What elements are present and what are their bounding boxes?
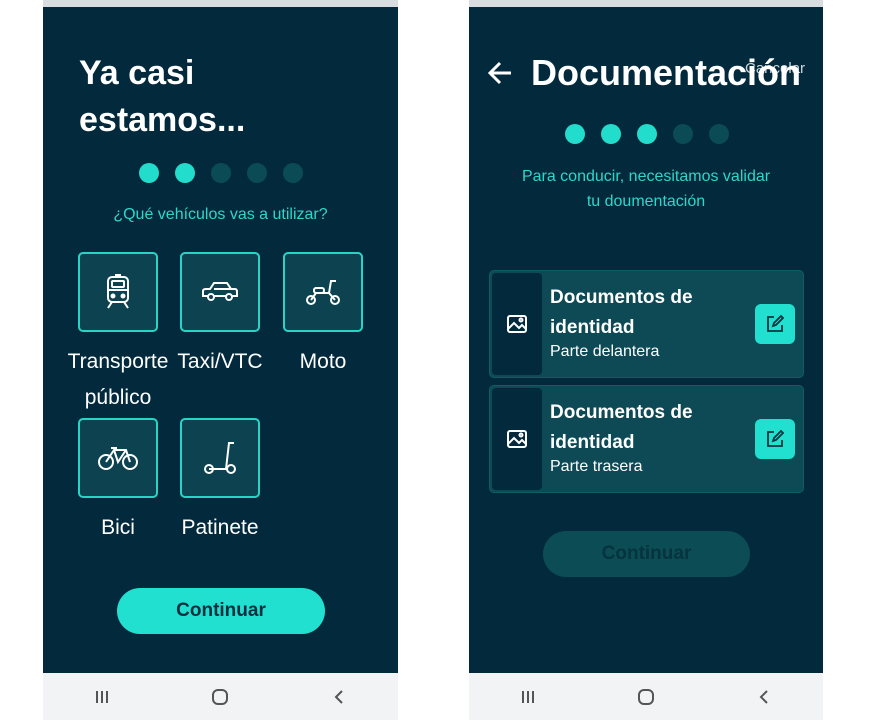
recent-apps-button[interactable]: [82, 677, 122, 717]
vehicle-label: Transporte público: [67, 350, 169, 409]
vehicle-tile[interactable]: [180, 418, 260, 498]
vehicle-tile[interactable]: [78, 252, 158, 332]
info-text: Para conducir, necesitamos validar tu do…: [479, 164, 813, 214]
progress-dot-2: [175, 163, 195, 183]
back-chevron-icon: [759, 689, 768, 704]
title-line-2: estamos...: [79, 101, 246, 139]
progress-dot-3: [211, 163, 231, 183]
vehicle-option-moto[interactable]: Moto: [271, 252, 375, 380]
document-thumbnail: [492, 388, 542, 490]
document-subtitle: Parte delantera: [550, 343, 660, 360]
document-title: Documentos de identidad: [550, 287, 693, 338]
vehicle-tile[interactable]: [283, 252, 363, 332]
cancel-link[interactable]: Cancelar: [745, 60, 805, 77]
progress-dot-3: [637, 124, 657, 144]
vehicle-tile[interactable]: [78, 418, 158, 498]
vehicle-label: Taxi/VTC: [177, 350, 263, 373]
vehicle-option-kick-scooter[interactable]: Patinete: [168, 418, 272, 546]
progress-dot-2: [601, 124, 621, 144]
document-subtitle: Parte trasera: [550, 458, 643, 475]
progress-dot-1: [565, 124, 585, 144]
document-card-front[interactable]: Documentos de identidad Parte delantera: [489, 270, 804, 378]
edit-icon: [767, 429, 785, 447]
android-nav-bar: [43, 673, 398, 720]
vehicle-tile[interactable]: [180, 252, 260, 332]
status-bar: [469, 0, 823, 7]
documentation-screen: Documentación Cancelar Para conducir, ne…: [469, 0, 823, 720]
progress-dot-5: [709, 124, 729, 144]
back-button[interactable]: [744, 677, 784, 717]
vehicle-label: Moto: [299, 350, 347, 373]
back-chevron-icon: [334, 689, 343, 704]
info-line-2: tu doumentación: [586, 193, 706, 210]
document-card-back[interactable]: Documentos de identidad Parte trasera: [489, 385, 804, 493]
kick-scooter-icon: [204, 442, 236, 474]
vehicle-question: ¿Qué vehículos vas a utilizar?: [113, 206, 328, 223]
image-placeholder-icon: [507, 315, 527, 333]
recent-apps-button[interactable]: [508, 677, 548, 717]
train-icon: [107, 274, 129, 309]
progress-dot-5: [283, 163, 303, 183]
vehicle-label: Patinete: [181, 516, 259, 539]
home-icon: [212, 688, 229, 705]
car-icon: [202, 282, 238, 301]
back-button[interactable]: [319, 677, 359, 717]
page-title: Ya casi estamos...: [79, 50, 379, 144]
document-thumbnail: [492, 273, 542, 375]
bicycle-icon: [98, 447, 138, 470]
progress-dots: [565, 124, 729, 144]
android-nav-bar: [469, 673, 823, 720]
progress-dot-4: [247, 163, 267, 183]
document-title: Documentos de identidad: [550, 402, 693, 453]
progress-dot-1: [139, 163, 159, 183]
vehicle-option-taxi[interactable]: Taxi/VTC: [168, 252, 272, 380]
continue-button-disabled[interactable]: Continuar: [543, 531, 750, 577]
vehicle-option-bike[interactable]: Bici: [66, 418, 170, 546]
vehicle-option-public-transport[interactable]: Transporte público: [66, 252, 170, 416]
continue-button[interactable]: Continuar: [117, 588, 325, 634]
vehicle-selection-screen: Ya casi estamos... ¿Qué vehículos vas a …: [43, 0, 398, 720]
image-placeholder-icon: [507, 430, 527, 448]
vehicle-label: Bici: [101, 516, 135, 539]
progress-dots: [139, 163, 303, 183]
home-icon: [638, 688, 654, 705]
scooter-moto-icon: [306, 280, 340, 305]
home-button[interactable]: [626, 677, 666, 717]
info-line-1: Para conducir, necesitamos validar: [521, 168, 771, 185]
status-bar: [43, 0, 398, 7]
progress-dot-4: [673, 124, 693, 144]
recent-apps-icon: [522, 690, 534, 703]
home-button[interactable]: [200, 677, 240, 717]
edit-icon: [767, 314, 785, 332]
back-arrow-icon[interactable]: [487, 60, 513, 86]
title-line-1: Ya casi: [79, 54, 195, 92]
edit-document-button[interactable]: [755, 419, 795, 459]
recent-apps-icon: [96, 690, 109, 703]
edit-document-button[interactable]: [755, 304, 795, 344]
